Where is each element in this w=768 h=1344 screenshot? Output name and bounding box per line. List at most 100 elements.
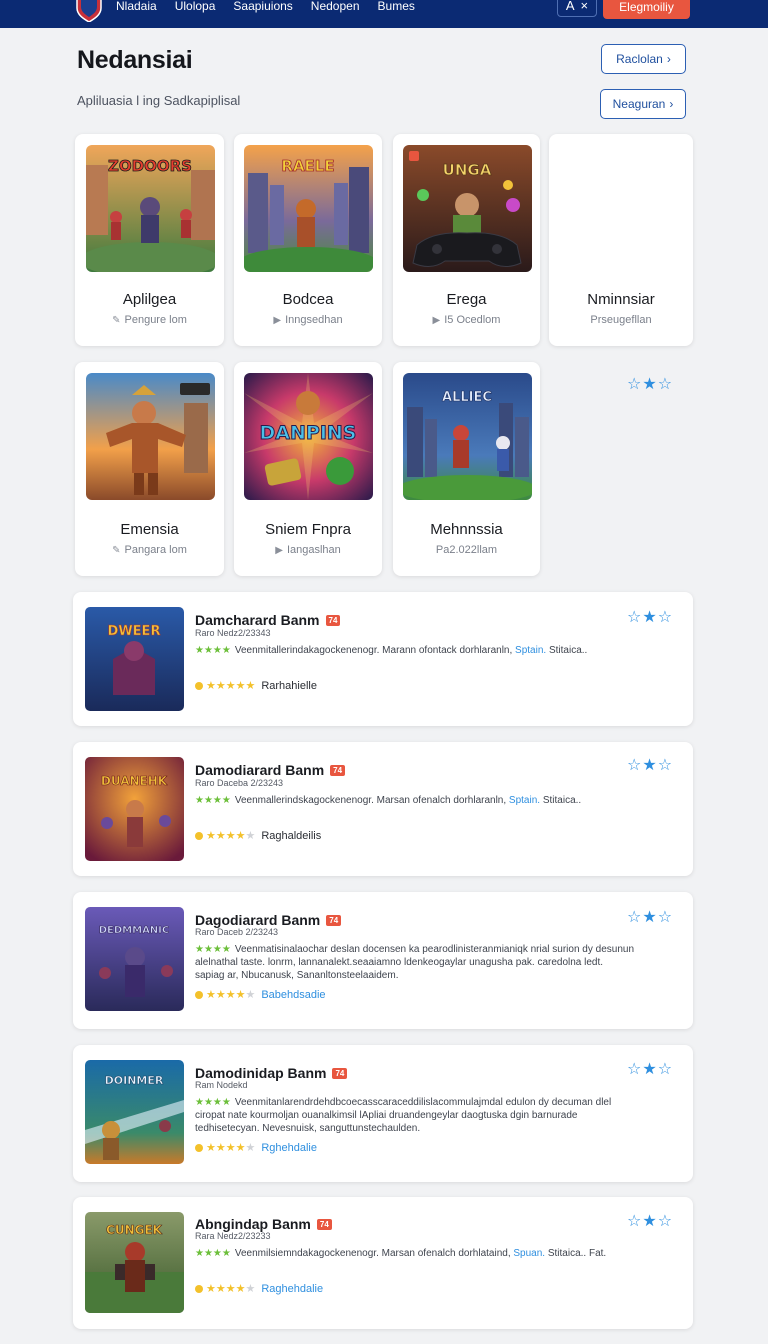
- list-item[interactable]: DEDMMANIC Dagodiarard Banm 74 Raro Daceb…: [73, 892, 693, 1029]
- game-thumbnail: ZODOORS: [86, 145, 215, 272]
- rating-stars-icon: ★★★★: [195, 944, 231, 955]
- desc-text: Veenmatisinalaochar deslan docensen ka p…: [195, 944, 634, 981]
- card-subtitle: Pa2.022llam: [393, 544, 540, 556]
- game-card[interactable]: Emensia ✎ Pangara lom: [75, 362, 224, 576]
- game-card[interactable]: UNGA Erega ▶ I5 Ocedlom: [393, 134, 540, 346]
- primary-outline-button[interactable]: Raclolan ›: [601, 44, 686, 74]
- shield-logo-icon[interactable]: [74, 0, 104, 22]
- star-outline-icon: ☆: [627, 757, 642, 774]
- star-outline-icon: ☆: [627, 609, 642, 626]
- nav-link-5[interactable]: Bumes: [378, 0, 415, 28]
- star-icon: ★: [642, 1061, 657, 1078]
- favorite-stars[interactable]: ☆★☆: [627, 607, 673, 627]
- game-thumbnail: [86, 373, 215, 500]
- card-subtitle: ▶ Iangaslhan: [234, 544, 382, 556]
- rating-label: Rghehdalie: [261, 1141, 317, 1154]
- star-icon: ★: [642, 1213, 657, 1230]
- rating-label: Raghaldeilis: [261, 829, 322, 842]
- nav-link-4[interactable]: Nedopen: [311, 0, 360, 28]
- list-thumbnail: DWEER: [85, 607, 184, 711]
- desc-link[interactable]: Sptain.: [509, 795, 540, 806]
- game-art-icon: DEDMMANIC: [85, 907, 184, 1011]
- game-card[interactable]: ALLIEC Mehnnssia Pa2.022llam: [393, 362, 540, 576]
- nav-link-2[interactable]: Ulolopa: [175, 0, 216, 28]
- star-rating-icon: ★★★★★: [206, 1142, 256, 1154]
- nav-link-3[interactable]: Saapiuions: [233, 0, 292, 28]
- star-rating-icon: ★★★★★: [206, 1283, 256, 1295]
- card-subtitle-text: Pa2.022llam: [435, 544, 498, 556]
- list-title-text: Abngindap Banm: [195, 1216, 311, 1232]
- card-title: Aplilgea: [122, 291, 177, 308]
- list-description: ★★★★ Veenmatisinalaochar deslan docensen …: [195, 943, 635, 982]
- list-meta: Ram Nodekd: [195, 1080, 248, 1090]
- list-item[interactable]: CUNGEK Abngindap Banm 74 Rara Nedz2/2323…: [73, 1197, 693, 1329]
- nav-link-1[interactable]: Nladaia: [116, 0, 157, 28]
- card-title: Bodcea: [282, 291, 334, 308]
- star-icon: ★: [642, 376, 657, 393]
- secondary-outline-button[interactable]: Neaguran ›: [600, 89, 686, 119]
- card-subtitle-text: Pengure lom: [124, 314, 187, 326]
- card-subtitle: ✎ Pengure lom: [75, 314, 224, 326]
- rating-dot-icon: [195, 990, 203, 999]
- star-icon: ★: [642, 757, 657, 774]
- list-description: ★★★★ Veenmilsiemndakagockenenogr. Marsan …: [195, 1247, 635, 1260]
- list-item[interactable]: DUANEHK Damodiarard Banm 74 Raro Daceba …: [73, 742, 693, 876]
- game-art-icon: DUANEHK: [85, 757, 184, 861]
- star-outline-icon: ☆: [627, 1061, 642, 1078]
- desc-text: Veenmitanlarendrdehdbcoecasscaraceddilis…: [195, 1097, 612, 1134]
- favorite-stars[interactable]: ☆★☆: [627, 1211, 673, 1231]
- game-card[interactable]: Nminnsiar Prseugefllan: [549, 134, 693, 346]
- game-art-icon: DANPINS: [244, 373, 373, 500]
- user-rating: ★★★★★ Babehdsadie: [195, 988, 326, 1001]
- star-outline-icon: ☆: [657, 376, 673, 393]
- user-rating: ★★★★★ Raghaldeilis: [195, 829, 321, 842]
- cta-button[interactable]: Elegmoiliy: [603, 0, 690, 19]
- game-art-icon: RAELE: [244, 145, 373, 272]
- list-description: ★★★★ Veenmallerindskagockenenogr. Marsan …: [195, 794, 635, 807]
- card-subtitle-text: Pangara lom: [124, 544, 187, 556]
- card-subtitle: Prseugefllan: [549, 314, 693, 326]
- rating-dot-icon: [195, 1143, 203, 1152]
- list-meta: Rara Nedz2/23233: [195, 1231, 271, 1241]
- card-subtitle-text: Prseugefllan: [590, 314, 652, 326]
- language-button[interactable]: A ×: [557, 0, 597, 17]
- favorite-stars[interactable]: ☆★☆: [627, 907, 673, 927]
- age-badge: 74: [326, 914, 342, 926]
- svg-text:DEDMMANIC: DEDMMANIC: [99, 925, 170, 936]
- age-badge: 74: [330, 764, 346, 776]
- play-icon: ▶: [275, 544, 283, 556]
- card-title: Mehnnssia: [430, 521, 503, 538]
- game-card[interactable]: RAELE Bodcea ▶ Inngsedhan: [234, 134, 382, 346]
- game-art-icon: DWEER: [85, 607, 184, 711]
- secondary-button-label: Neaguran: [612, 97, 666, 111]
- game-card[interactable]: DANPINS Sniem Fnpra ▶ Iangaslhan: [234, 362, 382, 576]
- svg-text:RAELE: RAELE: [281, 157, 334, 175]
- list-title: Damodiarard Banm 74: [195, 762, 346, 778]
- play-icon: ▶: [432, 314, 441, 326]
- star-outline-icon: ☆: [627, 1213, 642, 1230]
- favorite-stars[interactable]: ☆★☆: [627, 755, 673, 775]
- rating-stars-icon: ★★★★: [195, 1097, 231, 1108]
- desc-text: Veenmallerindskagockenenogr. Marsan ofen…: [234, 795, 509, 806]
- svg-text:DANPINS: DANPINS: [260, 422, 357, 444]
- list-description: ★★★★ Veenmitallerindakagockenenogr. Maran…: [195, 644, 635, 657]
- star-rating-icon: ★★★★★: [206, 830, 256, 842]
- game-art-icon: DOINMER: [85, 1060, 184, 1164]
- favorite-stars[interactable]: ☆★☆: [627, 1059, 673, 1079]
- game-card[interactable]: ZODOORS Aplilgea ✎ Pengure lom: [75, 134, 224, 346]
- star-outline-icon: ☆: [657, 757, 673, 774]
- desc-end: Stitaica.. Fat.: [545, 1248, 607, 1259]
- play-icon: ▶: [273, 314, 282, 326]
- list-title-text: Damodinidap Banm: [195, 1065, 327, 1081]
- chevron-right-icon: ›: [669, 97, 674, 111]
- desc-link[interactable]: Spuan.: [513, 1248, 545, 1259]
- card-subtitle-text: Inngsedhan: [285, 314, 343, 326]
- star-outline-icon: ☆: [657, 609, 673, 626]
- desc-link[interactable]: Sptain.: [515, 645, 546, 656]
- card-title: Sniem Fnpra: [265, 521, 351, 538]
- list-item[interactable]: DOINMER Damodinidap Banm 74 Ram Nodekd ★…: [73, 1045, 693, 1182]
- svg-text:DUANEHK: DUANEHK: [101, 774, 168, 788]
- game-thumbnail: DANPINS: [244, 373, 373, 500]
- favorite-stars[interactable]: ☆★☆: [627, 374, 673, 394]
- list-item[interactable]: DWEER Damcharard Banm 74 Raro Nedz2/2334…: [73, 592, 693, 726]
